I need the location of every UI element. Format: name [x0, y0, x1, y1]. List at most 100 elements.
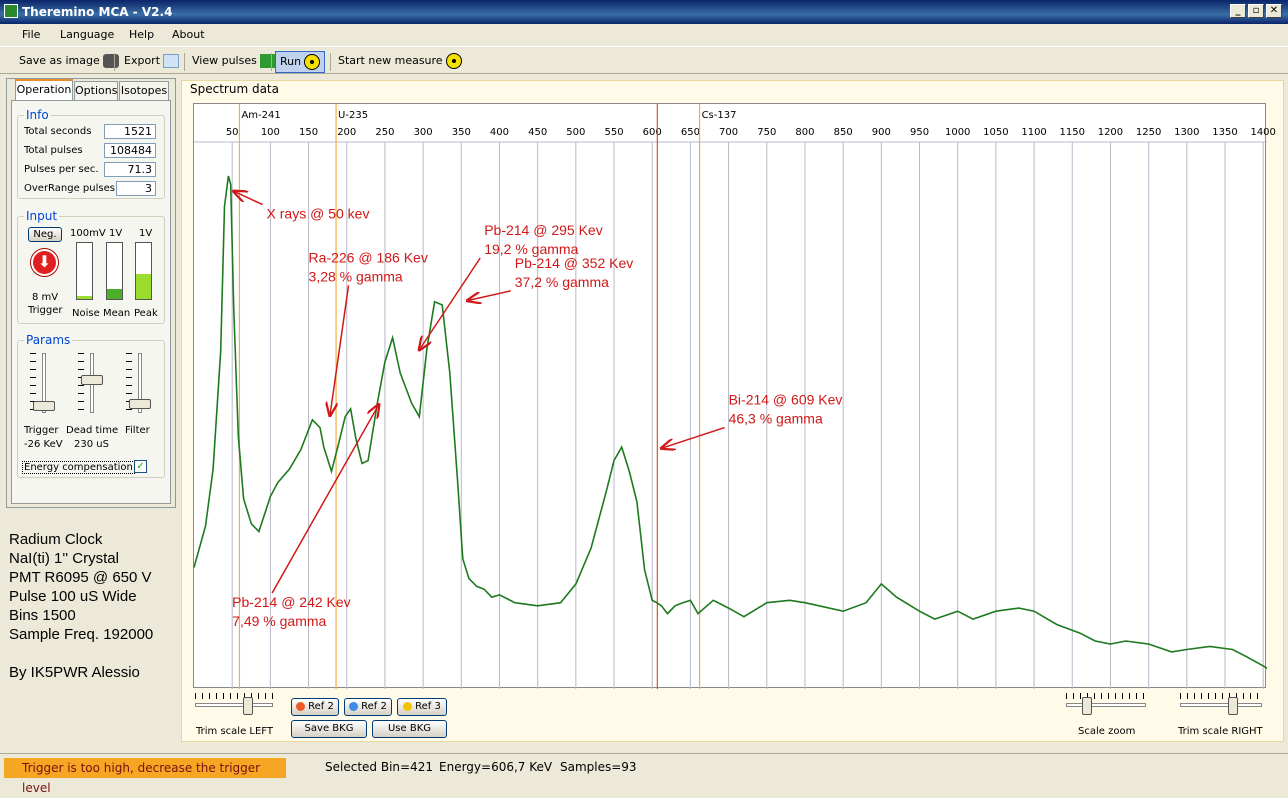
pulses-per-sec-value: 71.3 — [104, 162, 156, 177]
start-new-measure-button[interactable]: Start new measure — [334, 51, 466, 73]
peak-annotation-text: Pb-214 @ 352 Kev — [515, 255, 634, 271]
deadtime-param-label: Dead time — [66, 425, 119, 436]
ref-button-2[interactable]: Ref 2 — [344, 698, 392, 716]
x-tick-label: 1100 — [1021, 127, 1046, 138]
export-button[interactable]: Export — [120, 51, 183, 73]
scale-zoom-label: Scale zoom — [1078, 726, 1136, 737]
trigger-param-label: Trigger — [24, 425, 59, 436]
noise-label: Noise — [72, 308, 100, 319]
start-new-label: Start new measure — [338, 54, 443, 67]
x-tick-label: 1300 — [1174, 127, 1199, 138]
params-group: Params Trigger -26 KeV Dead time 230 uS … — [17, 333, 165, 478]
peak-annotation-text: Ra-226 @ 186 Kev — [309, 249, 428, 265]
isotope-marker-label: Cs-137 — [702, 110, 737, 121]
x-tick-label: 300 — [414, 127, 433, 138]
samples-text: Samples=93 — [560, 760, 637, 774]
note-line: Radium Clock — [9, 531, 103, 548]
note-line: NaI(ti) 1'' Crystal — [9, 550, 119, 567]
restore-icon[interactable]: ▫ — [1248, 4, 1264, 18]
camera-icon — [102, 54, 119, 68]
peak-meter — [135, 242, 152, 300]
overrange-label: OverRange pulses — [24, 183, 115, 194]
tab-isotopes[interactable]: Isotopes — [119, 81, 169, 101]
ref-button-1[interactable]: Ref 2 — [291, 698, 339, 716]
trim-right-label: Trim scale RIGHT — [1178, 726, 1263, 737]
peak-annotation-arrow — [467, 290, 511, 301]
ref-button-3[interactable]: Ref 3 — [397, 698, 447, 716]
run-label: Run — [280, 55, 302, 68]
scroll-icon — [163, 54, 180, 68]
ref-button-3-label: Ref 3 — [415, 701, 441, 712]
trigger-label: Trigger — [28, 305, 63, 316]
x-tick-label: 1050 — [983, 127, 1008, 138]
menu-bar: File Language Help About — [0, 24, 1288, 46]
ref-button-1-label: Ref 2 — [308, 701, 334, 712]
x-tick-label: 200 — [337, 127, 356, 138]
total-seconds-value: 1521 — [104, 124, 156, 139]
close-icon[interactable]: ✕ — [1266, 4, 1282, 18]
menu-language[interactable]: Language — [60, 28, 114, 41]
pulse-graph-icon — [259, 54, 276, 68]
app-icon — [4, 4, 18, 18]
filter-param-label: Filter — [125, 425, 150, 436]
peak-annotation-text: Bi-214 @ 609 Kev — [729, 392, 843, 408]
peak-annotation-arrow — [234, 191, 263, 206]
save-bkg-button[interactable]: Save BKG — [291, 720, 367, 738]
trigger-slider-thumb[interactable] — [33, 400, 55, 411]
x-tick-label: 450 — [528, 127, 547, 138]
x-tick-label: 950 — [910, 127, 929, 138]
view-pulses-button[interactable]: View pulses — [188, 51, 280, 73]
tab-options[interactable]: Options — [74, 81, 118, 101]
deadtime-param-value: 230 uS — [74, 439, 109, 450]
noise-meter — [76, 242, 93, 300]
tab-operation[interactable]: Operation — [15, 79, 73, 101]
window-title: Theremino MCA - V2.4 — [22, 5, 173, 19]
radiation-icon — [445, 53, 462, 69]
noise-scale: 100mV — [70, 228, 106, 239]
trigger-warning: Trigger is too high, decrease the trigge… — [4, 758, 286, 795]
energy-comp-checkbox[interactable]: ✓ — [134, 460, 147, 473]
peak-annotation-arrow — [661, 426, 725, 449]
peak-label: Peak — [134, 308, 158, 319]
minimize-icon[interactable]: _ — [1230, 4, 1246, 18]
scale-zoom-slider[interactable] — [1066, 693, 1146, 715]
deadtime-slider-thumb[interactable] — [81, 375, 103, 385]
total-pulses-value: 108484 — [104, 143, 156, 158]
peak-annotation-arrow — [419, 257, 481, 350]
menu-help[interactable]: Help — [129, 28, 154, 41]
menu-about[interactable]: About — [172, 28, 205, 41]
filter-slider-thumb[interactable] — [129, 399, 151, 409]
arrow-down-icon[interactable]: ⬇ — [31, 249, 58, 276]
x-tick-label: 50 — [226, 127, 239, 138]
note-line: Pulse 100 uS Wide — [9, 588, 137, 605]
info-group: Info Total seconds 1521 Total pulses 108… — [17, 108, 165, 199]
note-line: PMT R6095 @ 650 V — [9, 569, 152, 586]
menu-file[interactable]: File — [22, 28, 40, 41]
toolbar: Save as image Export View pulses Run Sta… — [0, 46, 1288, 74]
energy-comp-label[interactable]: Energy compensation — [22, 461, 135, 474]
neg-button[interactable]: Neg. — [28, 227, 62, 242]
spectrum-chart-svg: 50 100 150 200 250 300 350 400 450 500 550 600 650 70… — [193, 104, 1276, 689]
left-panel: Operation Options Isotopes Info Total se… — [6, 78, 176, 508]
save-image-button[interactable]: Save as image — [15, 51, 123, 73]
x-tick-label: 150 — [299, 127, 318, 138]
trim-right-slider[interactable] — [1180, 693, 1262, 715]
run-button[interactable]: Run — [275, 51, 326, 73]
info-group-title: Info — [24, 108, 51, 122]
operation-tab-body: Info Total seconds 1521 Total pulses 108… — [11, 100, 171, 504]
ref-button-2-label: Ref 2 — [361, 701, 387, 712]
x-tick-label: 650 — [681, 127, 700, 138]
peak-annotation-text: 7,49 % gamma — [232, 613, 326, 629]
spectrum-chart[interactable]: 50 100 150 200 250 300 350 400 450 500 550 600 650 70… — [193, 103, 1276, 689]
trim-left-label: Trim scale LEFT — [196, 726, 273, 737]
red-dot-icon — [296, 701, 306, 711]
blue-dot-icon — [349, 701, 359, 711]
x-tick-label: 400 — [490, 127, 509, 138]
use-bkg-button[interactable]: Use BKG — [372, 720, 447, 738]
pulses-per-sec-label: Pulses per sec. — [24, 164, 99, 175]
mean-label: Mean — [103, 308, 131, 319]
x-tick-label: 100 — [261, 127, 280, 138]
trigger-param-value: -26 KeV — [24, 439, 63, 450]
x-tick-label: 250 — [375, 127, 394, 138]
trim-left-slider[interactable] — [195, 693, 273, 715]
